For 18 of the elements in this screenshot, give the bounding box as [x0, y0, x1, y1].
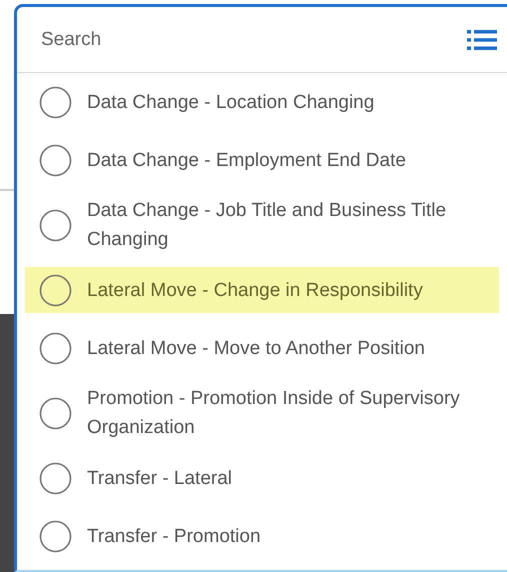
radio-button[interactable] — [39, 86, 72, 118]
search-field[interactable]: Search — [41, 24, 467, 54]
radio-button[interactable] — [39, 462, 72, 494]
radio-button[interactable] — [39, 520, 72, 552]
list-view-icon[interactable] — [467, 28, 497, 52]
radio-button[interactable] — [39, 332, 72, 364]
option-item[interactable]: Transfer - Lateral — [25, 455, 499, 501]
option-item[interactable]: Lateral Move - Move to Another Position — [25, 325, 499, 371]
option-item[interactable]: Lateral Move - Change in Responsibility — [25, 267, 499, 313]
option-item[interactable]: Data Change - Location Changing — [25, 79, 499, 125]
radio-button[interactable] — [39, 274, 72, 306]
radio-button[interactable] — [39, 396, 72, 430]
option-item[interactable]: Data Change - Job Title and Business Title Changing — [25, 195, 499, 255]
option-item[interactable]: Data Change - Employment End Date — [25, 137, 499, 183]
radio-button[interactable] — [39, 144, 72, 176]
option-item[interactable]: Promotion - Promotion Inside of Supervisory Organization — [25, 383, 499, 443]
radio-button[interactable] — [39, 208, 72, 242]
option-item[interactable]: Transfer - Promotion — [25, 513, 499, 559]
